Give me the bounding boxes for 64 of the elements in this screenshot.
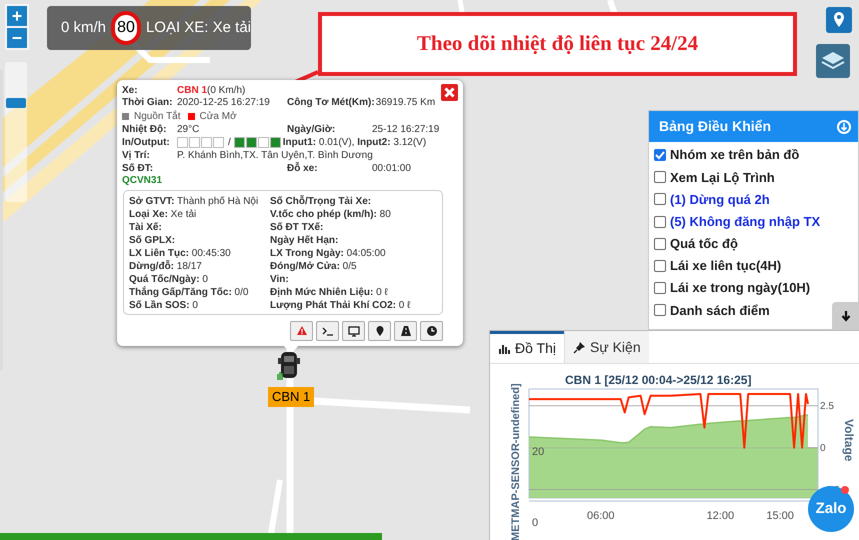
vehicle-name: CBN 1 [177, 84, 208, 98]
y-axis-tick: 0 [820, 442, 826, 456]
speed-reading: 0 km/h [61, 18, 106, 38]
item-label: Xem Lại Lộ Trình [670, 168, 775, 187]
io-separator: / [228, 136, 231, 150]
detail-field: Số ĐT TXế: [270, 220, 437, 233]
field-value: 29°C [177, 122, 200, 137]
field-label: Ngày/Giờ: [287, 122, 336, 137]
detail-field: Số GPLX: [129, 233, 270, 246]
callout-text: Theo dõi nhiệt độ liên tục 24/24 [416, 30, 698, 58]
legend-label: Cửa Mở [200, 110, 237, 124]
field-label: Công Tơ Mét(Km): [287, 96, 375, 110]
detail-field: Định Mức Nhiên Liệu: 0 ℓ [270, 285, 437, 298]
vehicle-label: CBN 1 [268, 387, 314, 407]
field-value: P. Khánh Bình,TX. Tân Uyên,T. Bình Dương [177, 149, 373, 162]
input-readings: Input1: 0.01(V), Input2: 3.12(V) [282, 136, 426, 150]
detail-field: Đóng/Mở Cửa: 0/5 [270, 259, 437, 272]
item-label: Nhóm xe trên bản đồ [670, 146, 800, 164]
field-label: Xe: [122, 84, 139, 98]
x-axis-tick: 06:00 [586, 509, 615, 524]
y-axis-tick: 20 [532, 445, 544, 460]
chart-title: CBN 1 [25/12 00:04->25/12 16:25] [565, 372, 752, 389]
y-axis-tick: 0 [532, 516, 538, 531]
detail-field: Dừng/đỗ: 18/17 [129, 259, 270, 272]
x-axis-tick: 15:00 [766, 509, 794, 524]
y-axis-title: METMAP-SENSOR-undefined] [509, 383, 523, 540]
detail-field: Loại Xe: Xe tải [129, 207, 270, 220]
detail-field: Vin: [270, 272, 437, 285]
field-label: Vị Trí: [122, 149, 151, 163]
field-value: 00:01:00 [372, 162, 411, 176]
field-value: 2020-12-25 16:27:19 [177, 96, 271, 110]
standard-label: QCVN31 [122, 174, 162, 188]
detail-field: Ngày Hết Hạn: [270, 233, 437, 246]
detail-field: Thắng Gấp/Tăng Tốc: 0/0 [129, 285, 270, 298]
field-value: 36919.75 Km [376, 96, 436, 110]
item-label: (5) Không đăng nhập TX [670, 212, 820, 231]
speed-limit-sign: 80 [111, 11, 141, 45]
field-value: 25-12 16:27:19 [372, 122, 440, 137]
item-label: Quá tốc độ [670, 235, 738, 254]
detail-field: Lượng Phát Thải Khí CO2: 0 ℓ [270, 298, 437, 311]
detail-field: Quá Tốc/Ngày: 0 [129, 272, 270, 285]
field-label: In/Output: [122, 136, 171, 150]
detail-field: V.tốc cho phép (km/h): 80 [270, 207, 437, 220]
y-axis-title: Voltage [841, 419, 857, 462]
y-axis-tick: 2.5 [820, 400, 834, 414]
panel-title: Bảng Điều Khiển [659, 117, 772, 136]
detail-field: Tài Xế: [129, 220, 270, 233]
item-label: Lái xe liên tục(4H) [670, 257, 782, 276]
field-label: Đỗ xe: [287, 161, 319, 176]
x-axis-tick: 12:00 [706, 509, 734, 524]
legend-label: Nguồn Tắt [134, 109, 181, 124]
item-label: Lái xe trong ngày(10H) [670, 279, 810, 298]
field-value: (0 Km/h) [207, 84, 246, 98]
vehicle-type: LOẠI XE: Xe tải [146, 18, 251, 38]
detail-field: Sở GTVT: Thành phố Hà Nội [129, 194, 270, 207]
item-label: (1) Dừng quá 2h [670, 190, 770, 209]
detail-field: LX Liên Tục: 00:45:30 [129, 246, 270, 259]
detail-field: Số Lần SOS: 0 [129, 298, 270, 311]
detail-field: LX Trong Ngày: 04:05:00 [270, 246, 437, 259]
field-label: Nhiệt Độ: [122, 122, 168, 137]
detail-field: Số Chỗ/Trọng Tải Xe: [270, 194, 437, 207]
field-label: Số ĐT: [122, 162, 154, 176]
item-label: Danh sách điểm [670, 302, 770, 320]
field-label: Thời Gian: [122, 96, 174, 110]
